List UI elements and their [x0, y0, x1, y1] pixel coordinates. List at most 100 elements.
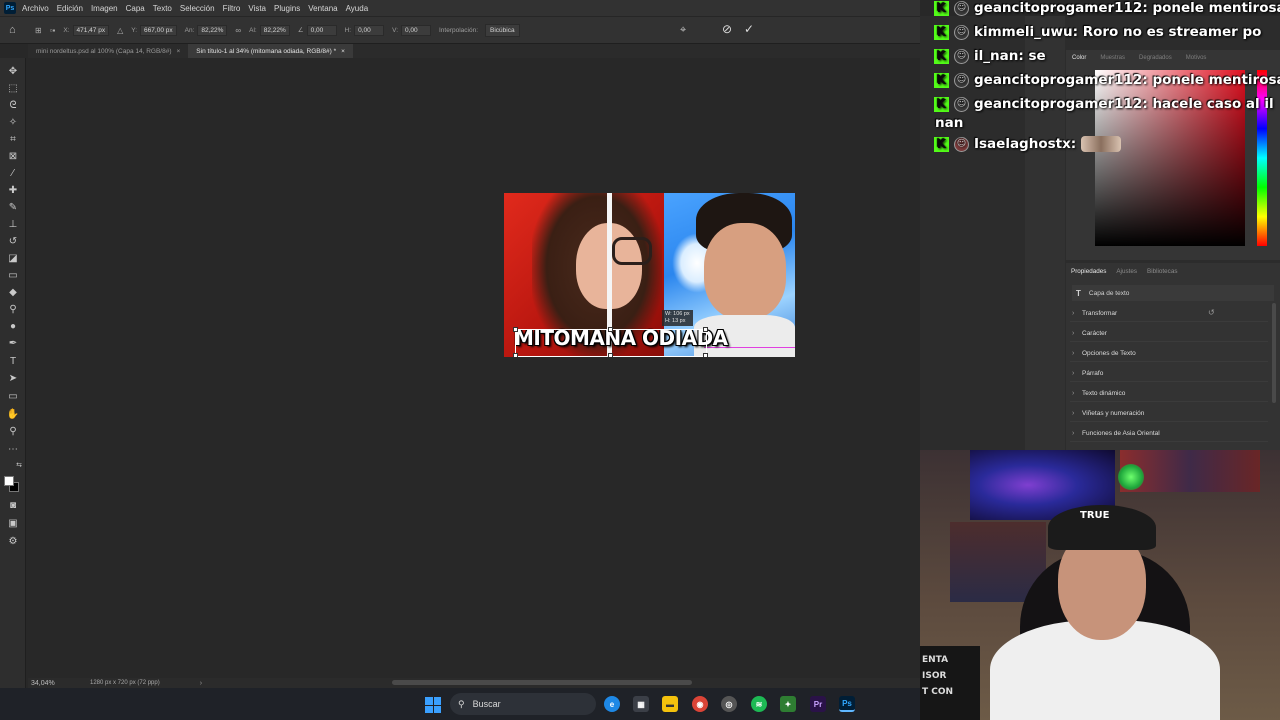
crop-tool-icon[interactable]: ⌗ — [5, 132, 21, 146]
interpolation-select[interactable]: Interpolación: Bicúbica — [439, 23, 520, 37]
horizontal-scrollbar[interactable] — [392, 680, 692, 685]
section-transformar[interactable]: › Transformar — [1070, 306, 1268, 322]
screen-mode-icon[interactable]: ▣ — [5, 516, 21, 530]
game-app-icon[interactable]: ✦ — [780, 696, 796, 712]
user-avatar-icon: ☺ — [954, 136, 969, 152]
menu-ayuda[interactable]: Ayuda — [346, 4, 375, 13]
frame-tool-icon[interactable]: ⊠ — [5, 149, 21, 163]
magic-wand-tool-icon[interactable]: ✧ — [5, 115, 21, 129]
transform-handle[interactable] — [513, 353, 518, 357]
file-explorer-icon[interactable]: ▬ — [662, 696, 678, 712]
microsoft-store-icon[interactable]: ▦ — [633, 696, 649, 712]
transform-handle[interactable] — [608, 327, 613, 332]
smudge-tool-icon[interactable]: ● — [5, 319, 21, 333]
chrome-icon[interactable]: ◉ — [692, 696, 708, 712]
obs-icon[interactable]: ◎ — [721, 696, 737, 712]
properties-scrollbar[interactable] — [1272, 303, 1276, 403]
document-canvas[interactable]: MITOMANA ODIADA W: 106 px H: 13 px — [504, 193, 795, 357]
x-position-field[interactable]: X: 471,47 px — [63, 24, 110, 36]
rectangle-tool-icon[interactable]: ▭ — [5, 389, 21, 403]
brush-tool-icon[interactable]: ✎ — [5, 200, 21, 214]
pen-tool-icon[interactable]: ✒ — [5, 336, 21, 350]
dodge-tool-icon[interactable]: ⚲ — [5, 302, 21, 316]
cancel-transform-icon[interactable]: ⊘ — [722, 22, 732, 36]
vertical-skew-field[interactable]: V: 0,00 — [392, 24, 431, 36]
spotify-icon[interactable]: ≋ — [751, 696, 767, 712]
tab-ajustes[interactable]: Ajustes — [1116, 268, 1137, 275]
cap-logo: TRUE — [1080, 510, 1110, 521]
menu-imagen[interactable]: Imagen — [91, 4, 124, 13]
section-caracter[interactable]: › Carácter — [1070, 326, 1268, 342]
menu-edicion[interactable]: Edición — [57, 4, 89, 13]
transform-handle[interactable] — [513, 327, 518, 332]
foreground-color-swatch[interactable] — [4, 476, 14, 486]
tab-bibliotecas[interactable]: Bibliotecas — [1147, 268, 1177, 275]
blur-tool-icon[interactable]: ◆ — [5, 285, 21, 299]
premiere-pro-icon[interactable]: Pr — [810, 696, 826, 712]
zoom-tool-icon[interactable]: ⚲ — [5, 424, 21, 438]
edit-toolbar-icon[interactable]: ⚙ — [5, 534, 21, 548]
eyedropper-tool-icon[interactable]: ⁄ — [5, 166, 21, 180]
section-vinetas[interactable]: › Viñetas y numeración — [1070, 406, 1268, 422]
close-tab-icon[interactable]: × — [177, 48, 181, 55]
tab-mini-nordeltus[interactable]: mini nordeltus.psd al 100% (Capa 14, RGB… — [28, 44, 188, 58]
more-tools-icon[interactable]: ⋯ — [5, 442, 21, 456]
transform-handle[interactable] — [703, 327, 708, 332]
section-texto-dinamico[interactable]: › Texto dinámico — [1070, 386, 1268, 402]
move-tool-options-icon[interactable]: ⊞ — [35, 26, 42, 35]
section-parrafo[interactable]: › Párrafo — [1070, 366, 1268, 382]
transform-handle[interactable] — [703, 353, 708, 357]
windows-start-icon[interactable] — [425, 697, 441, 713]
angle-icon: ∠ — [297, 27, 304, 34]
menu-ventana[interactable]: Ventana — [308, 4, 343, 13]
width-field[interactable]: An: 82,22% — [185, 24, 228, 36]
menu-plugins[interactable]: Plugins — [274, 4, 306, 13]
hand-tool-icon[interactable]: ✋ — [5, 407, 21, 421]
tab-sin-titulo-1[interactable]: Sin título-1 al 34% (mitomana odiada, RG… — [188, 44, 353, 58]
menu-capa[interactable]: Capa — [126, 4, 151, 13]
reset-icon[interactable]: ↺ — [1208, 308, 1215, 317]
horizontal-skew-field[interactable]: H: 0,00 — [345, 24, 385, 36]
menu-vista[interactable]: Vista — [248, 4, 272, 13]
swap-colors-icon[interactable]: ⇆ — [11, 458, 27, 472]
section-opciones-de-texto[interactable]: › Opciones de Texto — [1070, 346, 1268, 362]
angle-field[interactable]: ∠ 0,00 — [297, 24, 337, 36]
kick-badge-icon: K — [934, 72, 949, 88]
menu-texto[interactable]: Texto — [153, 4, 178, 13]
glasses-image — [612, 237, 652, 265]
path-selection-tool-icon[interactable]: ➤ — [5, 371, 21, 385]
lasso-tool-icon[interactable]: ᘓ — [5, 98, 21, 112]
marquee-tool-icon[interactable]: ⬚ — [5, 81, 21, 95]
menu-archivo[interactable]: Archivo — [22, 4, 55, 13]
reference-point-icon[interactable]: ▫▪ — [50, 26, 56, 35]
tab-propiedades[interactable]: Propiedades — [1071, 268, 1106, 275]
eraser-tool-icon[interactable]: ◪ — [5, 251, 21, 265]
canvas-area[interactable] — [27, 58, 920, 678]
y-position-field[interactable]: Y: 667,00 px — [131, 24, 177, 36]
tools-panel: ✥ ⬚ ᘓ ✧ ⌗ ⊠ ⁄ ✚ ✎ ⊥ ↺ ◪ ▭ ◆ ⚲ ● ✒ T ➤ ▭ … — [0, 58, 26, 688]
healing-brush-tool-icon[interactable]: ✚ — [5, 183, 21, 197]
user-avatar-icon: ☺ — [954, 24, 969, 40]
menu-seleccion[interactable]: Selección — [180, 4, 221, 13]
type-tool-icon[interactable]: T — [5, 354, 21, 368]
gradient-tool-icon[interactable]: ▭ — [5, 268, 21, 282]
move-tool-icon[interactable]: ✥ — [5, 64, 21, 78]
menu-filtro[interactable]: Filtro — [223, 4, 247, 13]
zoom-level[interactable]: 34,04% — [28, 680, 90, 687]
section-asia-oriental[interactable]: › Funciones de Asia Oriental — [1070, 426, 1268, 442]
transform-handle[interactable] — [608, 353, 613, 357]
clone-stamp-tool-icon[interactable]: ⊥ — [5, 217, 21, 231]
link-icon[interactable]: ∞ — [235, 26, 241, 35]
history-brush-tool-icon[interactable]: ↺ — [5, 234, 21, 248]
close-tab-icon[interactable]: × — [341, 48, 345, 55]
warp-mode-icon[interactable]: ⌖ — [680, 24, 686, 37]
quick-mask-icon[interactable]: ◙ — [5, 498, 21, 512]
commit-transform-icon[interactable]: ✓ — [744, 22, 754, 36]
height-field[interactable]: Al: 82,22% — [249, 24, 290, 36]
status-menu-arrow-icon[interactable]: › — [200, 680, 202, 687]
kick-badge-icon: K — [934, 96, 949, 112]
home-icon[interactable]: ⌂ — [9, 24, 27, 36]
taskbar-search-box[interactable]: ⚲ Buscar — [450, 693, 596, 715]
photoshop-taskbar-icon[interactable]: Ps — [839, 696, 855, 712]
edge-browser-icon[interactable]: e — [604, 696, 620, 712]
